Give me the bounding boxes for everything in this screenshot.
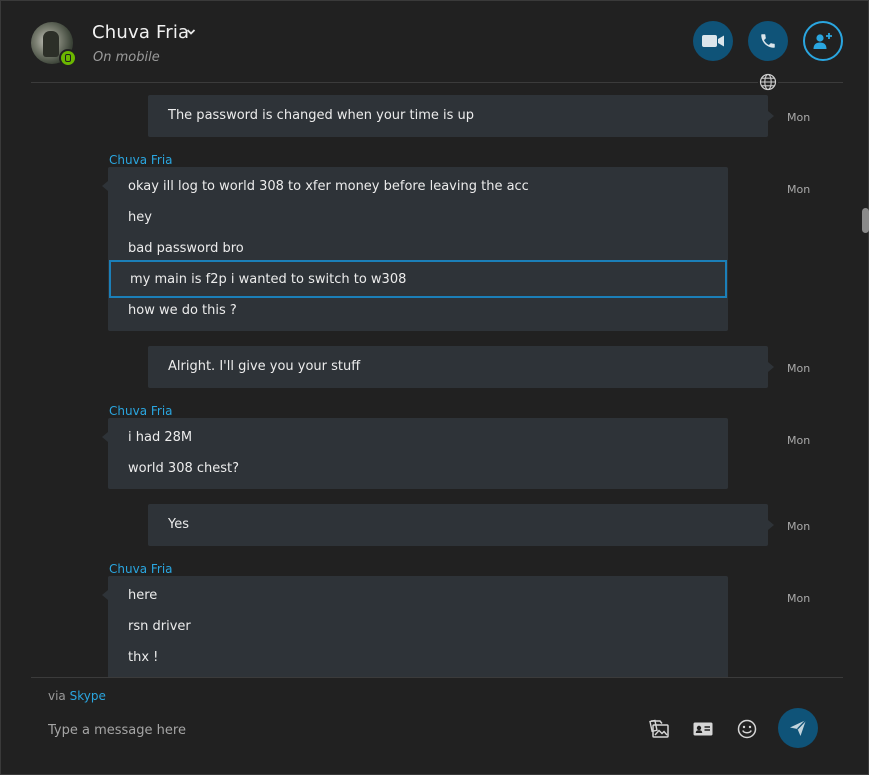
chevron-down-icon[interactable] — [185, 26, 197, 38]
outgoing-message[interactable]: Yes — [148, 504, 774, 546]
send-icon — [790, 719, 807, 736]
via-skype-link[interactable]: Skype — [70, 689, 106, 703]
send-button[interactable] — [778, 708, 818, 748]
message-list[interactable]: The password is changed when your time i… — [1, 83, 868, 677]
add-person-icon — [813, 33, 832, 49]
message-text[interactable]: i had 28M — [108, 422, 728, 453]
scrollbar-thumb[interactable] — [862, 208, 869, 233]
incoming-message-group[interactable]: here rsn driver thx ! — [102, 576, 728, 677]
message-text[interactable]: okay ill log to world 308 to xfer money … — [108, 171, 728, 202]
outgoing-message[interactable]: Alright. I'll give you your stuff — [148, 346, 774, 388]
message-text: Yes — [168, 517, 189, 532]
audio-call-button[interactable] — [748, 21, 788, 61]
via-label: via Skype — [48, 689, 106, 703]
chat-window: Chuva Fria On mobile The password is cha… — [0, 0, 869, 775]
phone-icon — [761, 34, 775, 48]
sender-name[interactable]: Chuva Fria — [109, 404, 173, 418]
message-input[interactable] — [48, 717, 628, 743]
mobile-presence-icon — [59, 49, 77, 67]
via-prefix: via — [48, 689, 66, 703]
incoming-message-group[interactable]: okay ill log to world 308 to xfer money … — [102, 167, 728, 331]
incoming-message-group[interactable]: i had 28M world 308 chest? — [102, 418, 728, 489]
message-timestamp: Mon — [787, 592, 811, 605]
gallery-icon[interactable] — [648, 717, 672, 741]
video-camera-icon — [702, 35, 724, 47]
message-text[interactable]: how we do this ? — [108, 295, 728, 326]
message-timestamp: Mon — [787, 111, 811, 124]
composer-divider — [31, 677, 843, 678]
message-timestamp: Mon — [787, 434, 811, 447]
contact-card-icon[interactable] — [691, 717, 715, 741]
message-text: The password is changed when your time i… — [168, 108, 475, 123]
sender-name[interactable]: Chuva Fria — [109, 153, 173, 167]
selected-message-text[interactable]: my main is f2p i wanted to switch to w30… — [109, 260, 727, 298]
outgoing-message[interactable]: The password is changed when your time i… — [148, 95, 774, 137]
message-text[interactable]: thx ! — [108, 642, 728, 673]
message-timestamp: Mon — [787, 362, 811, 375]
message-text[interactable]: here — [108, 580, 728, 611]
add-people-button[interactable] — [803, 21, 843, 61]
conversation-header: Chuva Fria On mobile — [1, 1, 868, 83]
emoji-icon[interactable] — [735, 717, 759, 741]
sender-name[interactable]: Chuva Fria — [109, 562, 173, 576]
message-timestamp: Mon — [787, 183, 811, 196]
message-text[interactable]: hey — [108, 202, 728, 233]
message-text[interactable]: rsn driver — [108, 611, 728, 642]
message-text[interactable]: world 308 chest? — [108, 453, 728, 484]
message-text: Alright. I'll give you your stuff — [168, 359, 361, 374]
video-call-button[interactable] — [693, 21, 733, 61]
message-timestamp: Mon — [787, 520, 811, 533]
contact-status: On mobile — [93, 50, 160, 65]
contact-name[interactable]: Chuva Fria — [92, 22, 189, 43]
